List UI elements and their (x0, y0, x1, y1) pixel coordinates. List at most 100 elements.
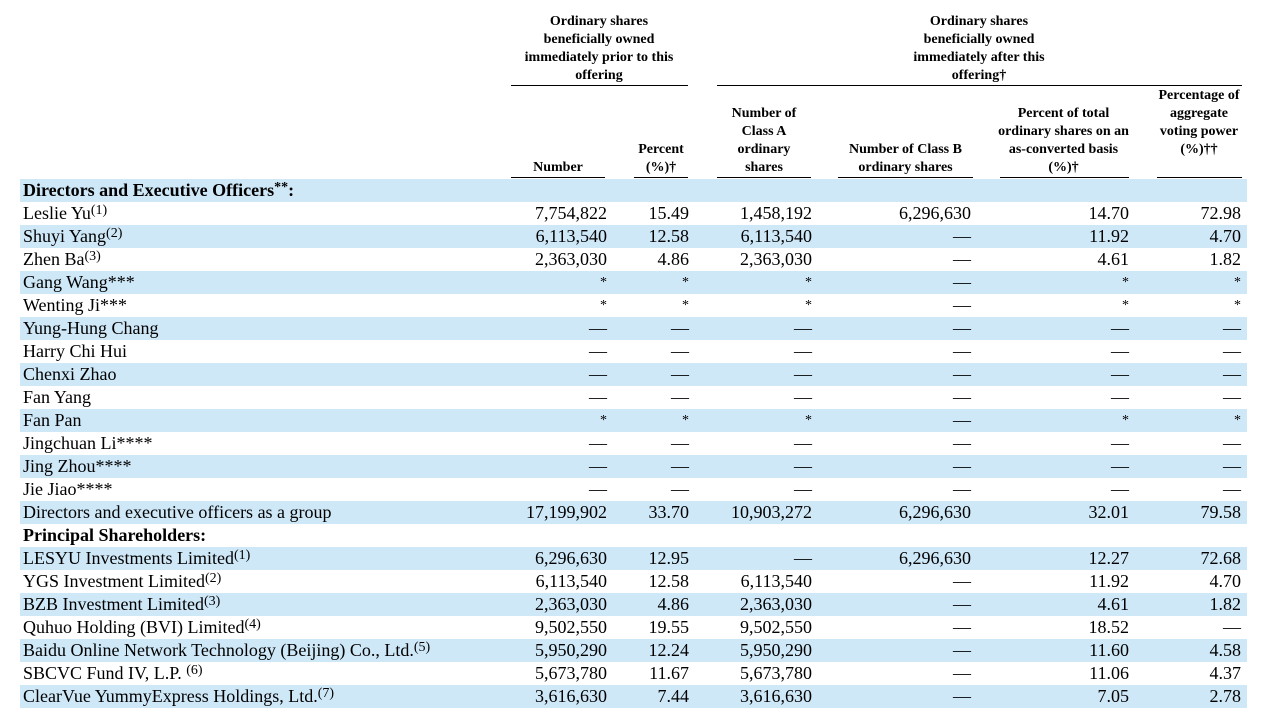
table-cell: * (1122, 275, 1129, 290)
table-cell: — (1223, 479, 1241, 499)
row-label: YGS Investment Limited(2) (23, 571, 222, 591)
table-cell: 2,363,030 (740, 249, 812, 269)
table-cell: 10,903,272 (731, 502, 812, 522)
group-header-prior: Ordinary shares beneficially owned immed… (524, 14, 674, 83)
table-cell: 11.67 (649, 663, 689, 683)
table-row: Zhen Ba(3) 2,363,030 4.86 2,363,030 — 4.61 1.8… (20, 248, 1247, 271)
table-cell: — (1111, 387, 1129, 407)
table-cell: — (953, 686, 971, 706)
table-row: Jing Zhou**** — — — — — — (20, 455, 1247, 478)
table-cell: 11.92 (1089, 226, 1129, 246)
table-cell: — (953, 640, 971, 660)
table-cell: 2,363,030 (740, 594, 812, 614)
col-rule-class-b (838, 177, 973, 178)
table-cell: 2.78 (1209, 686, 1242, 706)
table-row: Quhuo Holding (BVI) Limited(4) 9,502,550 1… (20, 616, 1247, 639)
table-cell: 5,673,780 (740, 663, 812, 683)
table-cell: 6,113,540 (740, 226, 812, 246)
row-label: Yung-Hung Chang (23, 318, 159, 338)
table-cell: — (1223, 387, 1241, 407)
table-cell: — (671, 433, 689, 453)
table-cell: 3,616,630 (740, 686, 812, 706)
table-cell: — (1111, 456, 1129, 476)
table-cell: — (794, 456, 812, 476)
table-cell: 4.70 (1209, 571, 1242, 591)
row-label: Jingchuan Li**** (23, 433, 153, 453)
footnote-marker: (1) (233, 548, 251, 563)
footnote-marker: (4) (244, 617, 261, 632)
col-rule-pct-total (1000, 177, 1129, 178)
table-row: Directors and executive officers as a gr… (20, 501, 1247, 524)
table-cell: * (682, 413, 689, 428)
table-row: SBCVC Fund IV, L.P. (6) 5,673,780 11.67 5,6… (20, 662, 1247, 685)
table-cell: — (1111, 433, 1129, 453)
table-cell: * (1234, 413, 1241, 428)
table-cell: 4.37 (1209, 663, 1242, 683)
table-cell: — (1223, 617, 1241, 637)
col-header-class-a: Number of Class A ordinary shares (731, 106, 797, 175)
table-cell: * (600, 275, 607, 290)
table-cell: * (682, 298, 689, 313)
col-rule-number (511, 177, 605, 178)
row-label: Zhen Ba(3) (23, 249, 101, 269)
table-cell: 12.58 (648, 571, 690, 591)
table-cell: — (1223, 433, 1241, 453)
table-cell: 4.61 (1097, 249, 1130, 269)
table-cell: * (1122, 413, 1129, 428)
row-label: Quhuo Holding (BVI) Limited(4) (23, 617, 261, 637)
table-row: Wenting Ji*** * * * — * * (20, 294, 1247, 317)
table-row: Jingchuan Li**** — — — — — — (20, 432, 1247, 455)
row-label: Fan Pan (23, 410, 82, 430)
table-cell: — (1223, 456, 1241, 476)
table-cell: 15.49 (648, 203, 690, 223)
table-cell: 7,754,822 (535, 203, 607, 223)
col-header-pct-total: Percent of total ordinary shares on an a… (998, 106, 1129, 175)
table-cell: 4.86 (657, 594, 690, 614)
table-row: Fan Pan * * * — * * (20, 409, 1247, 432)
table-cell: 79.58 (1200, 502, 1242, 522)
table-cell: — (953, 663, 971, 683)
group-rule-after (717, 85, 1242, 86)
row-label: Principal Shareholders: (23, 525, 207, 545)
col-header-number: Number (533, 160, 583, 175)
table-row: ClearVue YummyExpress Holdings, Ltd.(7) 3… (20, 685, 1247, 708)
table-cell: * (600, 413, 607, 428)
table-cell: — (953, 226, 971, 246)
footnote-marker: (2) (204, 571, 222, 586)
table-cell: — (953, 364, 971, 384)
table-cell: 6,113,540 (740, 571, 812, 591)
table-cell: — (671, 341, 689, 361)
table-cell: — (1111, 479, 1129, 499)
table-cell: — (953, 456, 971, 476)
row-label: Harry Chi Hui (23, 341, 127, 361)
row-label: SBCVC Fund IV, L.P. (6) (23, 663, 203, 683)
row-label: Baidu Online Network Technology (Beijing… (23, 640, 431, 660)
table-cell: — (953, 479, 971, 499)
table-cell: 7.44 (657, 686, 690, 706)
table-cell: 2,363,030 (535, 594, 607, 614)
table-cell: 33.70 (648, 502, 690, 522)
row-label: Jing Zhou**** (23, 456, 132, 476)
table-cell: — (953, 249, 971, 269)
footnote-marker: (5) (413, 640, 431, 655)
table-cell: — (953, 295, 971, 315)
table-cell: — (794, 364, 812, 384)
table-row: Gang Wang*** * * * — * * (20, 271, 1247, 294)
row-label: Wenting Ji*** (23, 295, 128, 315)
footnote-marker: (6) (186, 663, 203, 678)
table-cell: 3,616,630 (535, 686, 607, 706)
table-cell: 9,502,550 (535, 617, 607, 637)
table-cell: — (1223, 341, 1241, 361)
table-cell: 1.82 (1209, 594, 1242, 614)
table-cell: * (805, 298, 812, 313)
table-cell: — (1111, 341, 1129, 361)
row-label: BZB Investment Limited(3) (23, 594, 221, 614)
table-cell: 32.01 (1088, 502, 1130, 522)
table-cell: — (794, 548, 812, 568)
col-rule-voting-power (1157, 177, 1242, 178)
footnote-marker: (2) (106, 226, 123, 241)
table-cell: — (794, 387, 812, 407)
table-cell: — (1223, 364, 1241, 384)
row-label: Gang Wang*** (23, 272, 135, 292)
table-cell: 11.06 (1089, 663, 1129, 683)
